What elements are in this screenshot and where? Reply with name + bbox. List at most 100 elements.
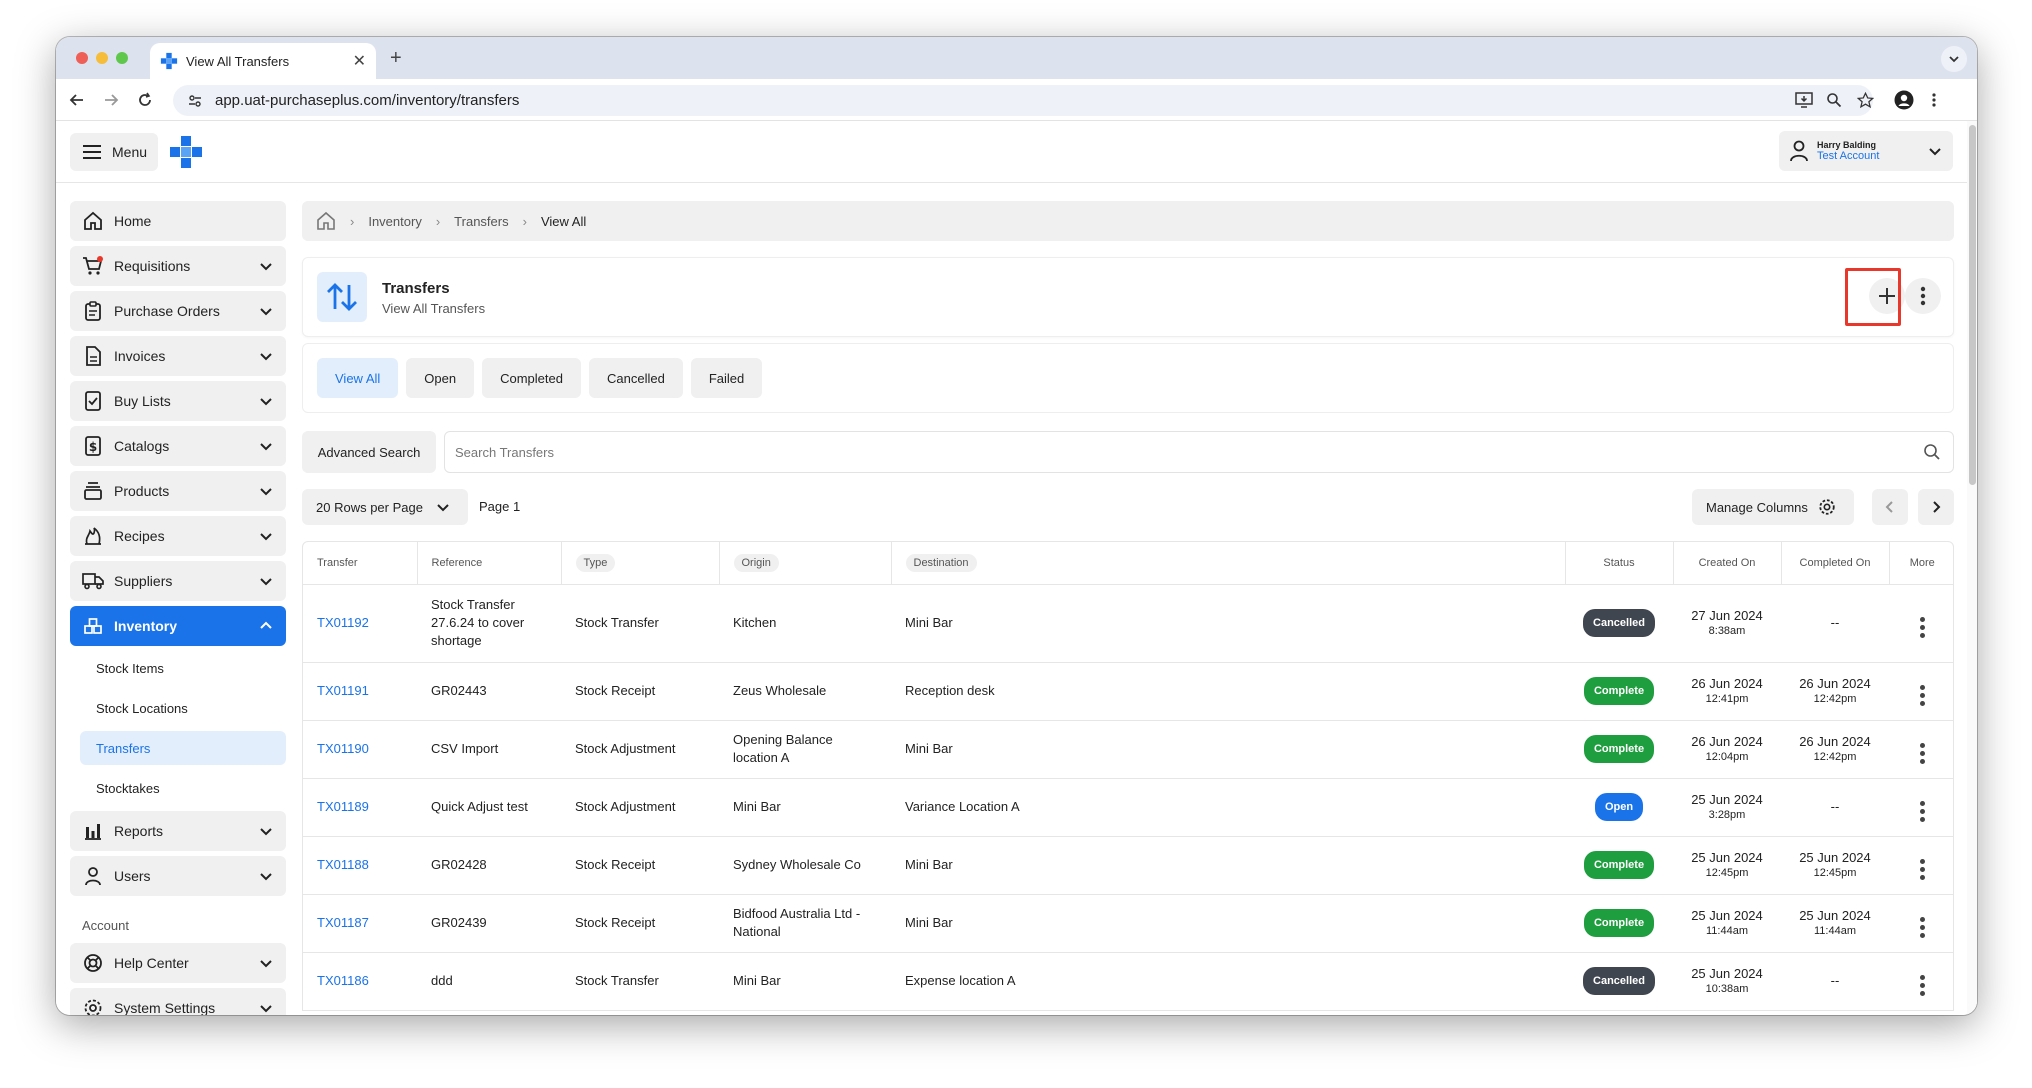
prev-page-button[interactable] [1872, 489, 1908, 525]
row-more-icon[interactable] [1919, 742, 1925, 764]
sidebar-item-buy-lists[interactable]: Buy Lists [70, 381, 286, 421]
browser-tab[interactable]: View All Transfers ✕ [150, 43, 376, 79]
cell-destination: Reception desk [891, 662, 1565, 721]
transfer-link[interactable]: TX01191 [317, 683, 369, 698]
user-menu-button[interactable]: Harry Balding Test Account [1779, 131, 1953, 171]
transfer-link[interactable]: TX01189 [317, 799, 369, 814]
row-more-icon[interactable] [1919, 858, 1925, 880]
home-icon[interactable] [316, 211, 336, 231]
status-badge: Complete [1583, 851, 1655, 879]
column-header-destination[interactable]: Destination [891, 542, 1566, 585]
created-date: 26 Jun 2024 [1691, 734, 1763, 749]
table-row[interactable]: TX01186 ddd Stock Transfer Mini Bar Expense … [303, 952, 1953, 1010]
install-app-icon[interactable] [1793, 89, 1815, 111]
breadcrumb-transfers[interactable]: Transfers [454, 214, 508, 229]
sidebar-item-catalogs[interactable]: $ Catalogs [70, 426, 286, 466]
page-more-button[interactable] [1905, 278, 1941, 314]
browser-menu-icon[interactable] [1923, 89, 1945, 111]
table-row[interactable]: TX01191 GR02443 Stock Receipt Zeus Wholesal… [303, 662, 1953, 721]
cell-completed-on: -- [1781, 584, 1889, 663]
sidebar-subitem-stocktakes[interactable]: Stocktakes [80, 771, 286, 805]
gear-icon [1819, 499, 1835, 515]
sidebar-item-invoices[interactable]: Invoices [70, 336, 286, 376]
breadcrumb-current: View All [540, 213, 587, 229]
sidebar-item-system-settings[interactable]: System Settings [70, 988, 286, 1015]
column-header-completed-on[interactable]: Completed On [1781, 542, 1890, 585]
row-more-icon[interactable] [1919, 800, 1925, 822]
search-icon[interactable] [1923, 443, 1941, 461]
sidebar-item-products[interactable]: Products [70, 471, 286, 511]
tab-completed[interactable]: Completed [482, 358, 581, 398]
purchaseplus-logo-icon[interactable] [169, 135, 203, 169]
sidebar-item-recipes[interactable]: Recipes [70, 516, 286, 556]
back-icon[interactable] [66, 89, 88, 111]
column-header-origin[interactable]: Origin [719, 542, 892, 585]
cell-created-on: 25 Jun 2024 11:44am [1673, 894, 1781, 953]
rows-per-page-select[interactable]: 20 Rows per Page [302, 489, 468, 525]
zoom-icon[interactable] [1823, 89, 1845, 111]
table-row[interactable]: TX01192 Stock Transfer 27.6.24 to cover s… [303, 584, 1953, 663]
row-more-icon[interactable] [1919, 974, 1925, 996]
sidebar-item-reports[interactable]: Reports [70, 811, 286, 851]
maximize-window-button[interactable] [116, 52, 128, 64]
table-row[interactable]: TX01188 GR02428 Stock Receipt Sydney Wholes… [303, 836, 1953, 895]
tab-close-icon[interactable]: ✕ [353, 51, 366, 71]
tab-open[interactable]: Open [406, 358, 475, 398]
tab-cancelled[interactable]: Cancelled [588, 358, 683, 398]
forward-icon[interactable] [100, 89, 122, 111]
row-more-icon[interactable] [1919, 684, 1925, 706]
transfer-link[interactable]: TX01190 [317, 741, 369, 756]
reload-icon[interactable] [134, 89, 156, 111]
column-header-reference[interactable]: Reference [417, 542, 562, 585]
new-tab-icon[interactable]: + [390, 47, 402, 70]
sidebar-item-suppliers[interactable]: Suppliers [70, 561, 286, 601]
sidebar-item-users[interactable]: Users [70, 856, 286, 896]
sidebar-item-help-center[interactable]: Help Center [70, 943, 286, 983]
column-header-status[interactable]: Status [1565, 542, 1674, 585]
cell-type: Stock Receipt [561, 662, 719, 721]
next-page-button[interactable] [1918, 489, 1954, 525]
column-header-transfer[interactable]: Transfer [303, 542, 418, 585]
table-row[interactable]: TX01190 CSV Import Stock Adjustment Opening… [303, 720, 1953, 779]
manage-columns-button[interactable]: Manage Columns [1692, 489, 1854, 525]
advanced-search-button[interactable]: Advanced Search [302, 431, 436, 473]
pagination-row: 20 Rows per Page Page 1 Manage Columns [302, 489, 1954, 525]
scrollbar-thumb[interactable] [1969, 125, 1976, 485]
cell-created-on: 26 Jun 2024 12:41pm [1673, 662, 1781, 721]
sidebar-item-requisitions[interactable]: Requisitions [70, 246, 286, 286]
site-settings-icon[interactable] [187, 93, 203, 109]
status-badge: Cancelled [1583, 967, 1655, 995]
sidebar-subitem-stock-locations[interactable]: Stock Locations [80, 691, 286, 725]
tab-search-icon[interactable] [1941, 46, 1967, 72]
sidebar-subitem-transfers[interactable]: Transfers [80, 731, 286, 765]
transfer-link[interactable]: TX01186 [317, 973, 369, 988]
row-more-icon[interactable] [1919, 616, 1925, 638]
cell-origin: Mini Bar [719, 952, 891, 1010]
table-row[interactable]: TX01189 Quick Adjust test Stock Adjustment… [303, 778, 1953, 837]
transfer-link[interactable]: TX01188 [317, 857, 369, 872]
created-time: 11:44am [1706, 925, 1748, 937]
tab-view-all[interactable]: View All [317, 358, 399, 398]
address-bar[interactable]: app.uat-purchaseplus.com/inventory/trans… [173, 85, 1873, 116]
table-row[interactable]: TX01187 GR02439 Stock Receipt Bidfood Austr… [303, 894, 1953, 953]
row-more-icon[interactable] [1919, 916, 1925, 938]
profile-icon[interactable] [1893, 89, 1915, 111]
bookmark-star-icon[interactable] [1854, 89, 1876, 111]
sidebar-subitem-stock-items[interactable]: Stock Items [80, 651, 286, 685]
tab-failed[interactable]: Failed [690, 358, 763, 398]
cell-transfer: TX01186 [303, 952, 417, 1010]
sidebar-item-inventory[interactable]: Inventory [70, 606, 286, 646]
transfer-link[interactable]: TX01187 [317, 915, 369, 930]
sidebar-item-purchase-orders[interactable]: Purchase Orders [70, 291, 286, 331]
sidebar-item-home[interactable]: Home [70, 201, 286, 241]
close-window-button[interactable] [76, 52, 88, 64]
page-scrollbar[interactable] [1967, 121, 1977, 1015]
menu-button[interactable]: Menu [70, 133, 158, 171]
column-header-created-on[interactable]: Created On [1673, 542, 1782, 585]
breadcrumb-inventory[interactable]: Inventory [368, 214, 421, 229]
search-input[interactable] [455, 444, 1804, 460]
completed-time: 12:42pm [1813, 751, 1857, 763]
transfer-link[interactable]: TX01192 [317, 615, 369, 630]
minimize-window-button[interactable] [96, 52, 108, 64]
column-header-type[interactable]: Type [561, 542, 720, 585]
